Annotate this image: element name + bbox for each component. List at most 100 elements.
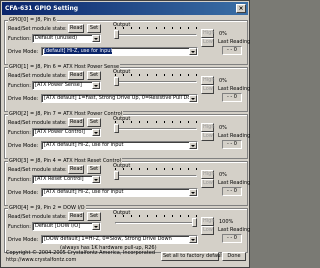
chevron-down-icon[interactable] <box>189 142 197 149</box>
slider-tick <box>131 168 132 170</box>
drive-mode-select[interactable]: [default] Hi-Z, use for input <box>41 47 198 56</box>
slider-tick <box>164 215 165 217</box>
high-button[interactable]: High <box>201 217 215 226</box>
function-label: Function: <box>8 224 31 230</box>
drive-mode-value: [default] Hi-Z, use for input <box>44 48 113 54</box>
slider-tick <box>180 121 181 123</box>
slider-tick <box>196 215 197 217</box>
chevron-down-icon[interactable] <box>189 95 197 102</box>
last-reading-value: - - 0 <box>222 234 242 243</box>
slider-ticks <box>115 121 197 124</box>
high-button[interactable]: High <box>201 123 215 132</box>
slider-ticks <box>115 27 197 30</box>
chevron-down-icon[interactable] <box>92 129 100 136</box>
group-title: GPIO[4] = J9, Pin 2 = DOW I/O <box>8 205 86 211</box>
slider-tick <box>156 121 157 123</box>
low-button[interactable]: Low <box>201 132 214 141</box>
website-link[interactable]: http://www.crystalfontz.com <box>6 257 76 263</box>
slider-tick <box>164 121 165 123</box>
output-slider-track[interactable] <box>115 34 197 36</box>
slider-tick <box>139 121 140 123</box>
last-reading-value: - - 0 <box>222 46 242 55</box>
high-button[interactable]: High <box>201 76 215 85</box>
slider-tick <box>172 121 173 123</box>
chevron-down-icon[interactable] <box>92 176 100 183</box>
chevron-down-icon[interactable] <box>189 189 197 196</box>
function-select[interactable]: [ATX Power Sense] <box>32 81 101 90</box>
slider-tick <box>156 74 157 76</box>
slider-tick <box>196 121 197 123</box>
gpio-group: GPIO[4] = J9, Pin 2 = DOW I/O Read/Set m… <box>4 205 250 253</box>
percent-label: 0% <box>219 78 227 84</box>
output-slider-thumb[interactable] <box>114 124 119 133</box>
drive-mode-value: [DOW default] 1=Hi-Z, 0=Slow, Strong Dri… <box>44 236 172 242</box>
drive-mode-select[interactable]: [ATX default] 1=Fast, Strong Drive Up, 0… <box>41 94 198 103</box>
low-button[interactable]: Low <box>201 85 214 94</box>
factory-default-button[interactable]: Set all to factory default <box>161 252 224 261</box>
function-select[interactable]: Default [DOW I/O] <box>32 222 101 231</box>
low-button[interactable]: Low <box>201 179 214 188</box>
slider-tick <box>156 168 157 170</box>
slider-tick <box>115 168 116 170</box>
output-slider-thumb[interactable] <box>114 30 119 39</box>
chevron-down-icon[interactable] <box>92 35 100 42</box>
output-slider-thumb[interactable] <box>114 77 119 86</box>
function-select[interactable]: [ATX Reset Control] <box>32 175 101 184</box>
gpio-group: GPIO[2] = J8, Pin 7 = ATX Host Power Con… <box>4 111 250 159</box>
set-button[interactable]: Set <box>87 24 101 33</box>
output-slider-track[interactable] <box>115 175 197 177</box>
drive-mode-select[interactable]: [ATX default] Hi-Z, use for input <box>41 141 198 150</box>
drive-mode-value: [ATX default] 1=Fast, Strong Drive Up, 0… <box>44 95 198 101</box>
read-button[interactable]: Read <box>68 212 84 221</box>
slider-tick <box>188 121 189 123</box>
slider-tick <box>115 27 116 29</box>
slider-tick <box>172 74 173 76</box>
drive-mode-select[interactable]: [DOW default] 1=Hi-Z, 0=Slow, Strong Dri… <box>41 235 198 244</box>
drive-mode-select[interactable]: [ATX default] Hi-Z, use for input <box>41 188 198 197</box>
last-reading-value: - - 0 <box>222 140 242 149</box>
read-set-label: Read/Set module state: <box>8 167 67 173</box>
output-slider-track[interactable] <box>115 81 197 83</box>
chevron-down-icon[interactable] <box>189 236 197 243</box>
set-button[interactable]: Set <box>87 165 101 174</box>
function-select[interactable]: Default (unused) <box>32 34 101 43</box>
slider-tick <box>115 121 116 123</box>
slider-tick <box>123 215 124 217</box>
slider-tick <box>131 74 132 76</box>
slider-tick <box>139 74 140 76</box>
read-button[interactable]: Read <box>68 118 84 127</box>
high-button[interactable]: High <box>201 170 215 179</box>
high-button[interactable]: High <box>201 29 215 38</box>
slider-tick <box>196 168 197 170</box>
drive-mode-label: Drive Mode: <box>8 237 39 243</box>
slider-tick <box>196 74 197 76</box>
read-button[interactable]: Read <box>68 24 84 33</box>
set-button[interactable]: Set <box>87 212 101 221</box>
output-slider-thumb[interactable] <box>192 218 197 227</box>
percent-label: 0% <box>219 125 227 131</box>
drive-mode-label: Drive Mode: <box>8 143 39 149</box>
close-icon[interactable]: × <box>236 4 246 13</box>
read-button[interactable]: Read <box>68 165 84 174</box>
group-title: GPIO[2] = J8, Pin 7 = ATX Host Power Con… <box>8 111 124 117</box>
function-select[interactable]: [ATX Power Control] <box>32 128 101 137</box>
chevron-down-icon[interactable] <box>92 223 100 230</box>
slider-tick <box>188 27 189 29</box>
function-value: [ATX Power Sense] <box>35 82 82 88</box>
slider-tick <box>147 74 148 76</box>
done-button[interactable]: Done <box>222 252 246 261</box>
chevron-down-icon[interactable] <box>92 82 100 89</box>
function-value: [ATX Power Control] <box>35 129 85 135</box>
chevron-down-icon[interactable] <box>189 48 197 55</box>
set-button[interactable]: Set <box>87 71 101 80</box>
low-button[interactable]: Low <box>201 226 214 235</box>
output-slider-track[interactable] <box>115 222 197 224</box>
slider-tick <box>188 215 189 217</box>
output-slider-thumb[interactable] <box>114 171 119 180</box>
slider-tick <box>123 74 124 76</box>
read-button[interactable]: Read <box>68 71 84 80</box>
output-slider-track[interactable] <box>115 128 197 130</box>
function-label: Function: <box>8 130 31 136</box>
low-button[interactable]: Low <box>201 38 214 47</box>
set-button[interactable]: Set <box>87 118 101 127</box>
